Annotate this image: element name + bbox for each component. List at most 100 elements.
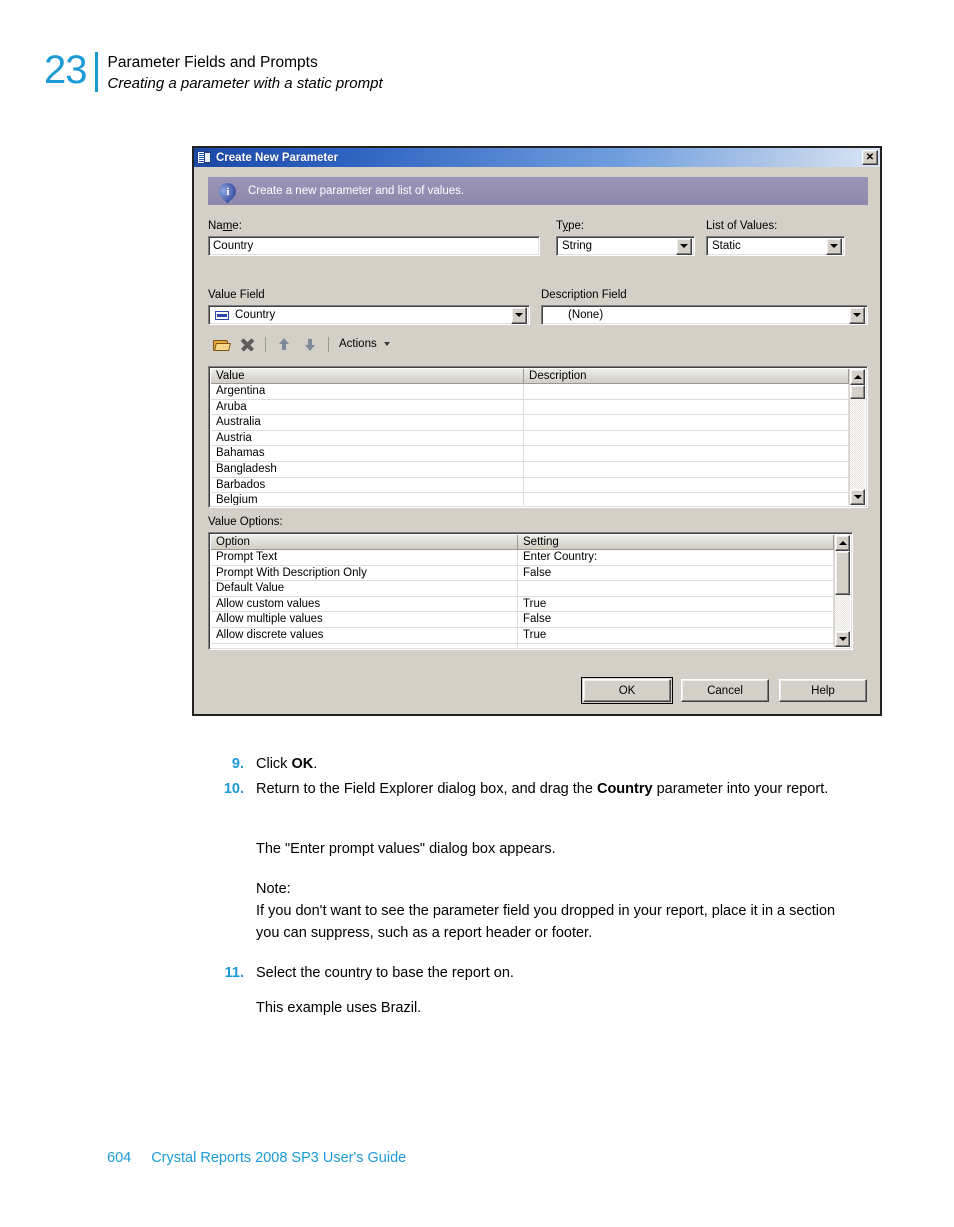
close-icon[interactable]: ✕ (862, 150, 878, 165)
list-of-values-select[interactable]: Static (706, 236, 845, 256)
cell-description (524, 446, 849, 461)
step-number: 10. (223, 781, 244, 797)
info-banner-text: Create a new parameter and list of value… (248, 185, 465, 197)
table-row[interactable]: Allow discrete values True (211, 627, 834, 644)
cell-value: Argentina (211, 384, 525, 399)
cell-description (524, 415, 849, 430)
column-header-description: Description (524, 369, 849, 383)
cancel-button[interactable]: Cancel (681, 679, 769, 702)
table-row[interactable]: Argentina (211, 384, 849, 400)
footer-page-number: 604 (107, 1150, 132, 1166)
scroll-track[interactable] (835, 551, 850, 631)
dialog-title: Create New Parameter (216, 151, 339, 164)
cell-option: Allow discrete values (211, 627, 519, 643)
info-banner: i Create a new parameter and list of val… (208, 177, 868, 205)
cell-option: Allow custom values (211, 596, 519, 612)
values-grid-header: Value Description (211, 369, 849, 384)
chevron-down-icon (383, 342, 390, 346)
step-text: Return to the Field Explorer dialog box,… (256, 781, 829, 797)
cell-setting: Enter Country: (518, 550, 834, 565)
cell-value: Aruba (211, 399, 525, 415)
table-row[interactable]: Prompt With Description Only False (211, 565, 834, 582)
delete-value-button[interactable] (234, 333, 260, 355)
type-select[interactable]: String (556, 236, 695, 256)
scroll-thumb[interactable] (835, 551, 850, 595)
cell-setting (518, 643, 834, 647)
cell-option: Default Value (211, 581, 519, 596)
description-field-select[interactable]: (None) (541, 305, 868, 325)
value-options-header: Option Setting (211, 535, 834, 550)
table-row[interactable]: Allow custom values True (211, 596, 834, 613)
chevron-down-icon[interactable] (676, 237, 692, 255)
scroll-track[interactable] (850, 385, 865, 489)
values-grid[interactable]: Value Description Argentina Aruba Austra… (208, 366, 868, 508)
cell-setting (518, 581, 834, 596)
help-button[interactable]: Help (779, 679, 867, 702)
value-field-select[interactable]: Country (208, 305, 530, 325)
ok-button[interactable]: OK (581, 677, 673, 704)
name-label: Name: (208, 220, 242, 232)
paragraph-example-brazil: This example uses Brazil. (256, 1000, 422, 1016)
values-grid-body: Argentina Aruba Australia Austria Bahama… (211, 384, 849, 505)
scroll-thumb[interactable] (850, 385, 865, 399)
instruction-steps: 9. Click OK. 10. Return to the Field Exp… (214, 753, 894, 803)
cell-value: Australia (211, 415, 525, 430)
values-toolbar: Actions (208, 332, 468, 356)
table-row[interactable] (211, 643, 834, 647)
cell-setting: True (518, 596, 834, 612)
cell-option: Prompt With Description Only (211, 565, 519, 581)
table-row[interactable]: Austria (211, 430, 849, 447)
footer-book-title: Crystal Reports 2008 SP3 User's Guide (151, 1150, 407, 1166)
arrow-up-icon (278, 337, 290, 351)
toolbar-separator (265, 336, 266, 352)
cell-value: Belgium (211, 493, 525, 505)
column-header-setting: Setting (518, 535, 834, 549)
move-up-button[interactable] (271, 333, 297, 355)
table-row[interactable]: Default Value (211, 581, 834, 597)
list-of-values-select-value: Static (712, 240, 741, 252)
name-input[interactable]: Country (208, 236, 540, 256)
table-row[interactable]: Bangladesh (211, 461, 849, 478)
cell-description (524, 384, 849, 399)
cell-option: Prompt Text (211, 550, 519, 565)
type-label: Type: (556, 220, 585, 232)
description-field-label: Description Field (541, 289, 627, 301)
scroll-down-button[interactable] (835, 631, 850, 647)
create-new-parameter-dialog: Create New Parameter ✕ i Create a new pa… (192, 146, 882, 716)
move-down-button[interactable] (297, 333, 323, 355)
note-label: Note: (256, 881, 291, 897)
scroll-up-button[interactable] (835, 535, 850, 551)
list-item: 11. Select the country to base the repor… (214, 962, 894, 984)
cell-description (524, 477, 849, 493)
value-field-select-value: Country (235, 309, 276, 321)
scroll-down-button[interactable] (850, 489, 865, 505)
chevron-down-icon[interactable] (511, 306, 527, 324)
chapter-header: 23 Parameter Fields and Prompts Creating… (44, 48, 383, 94)
table-row[interactable]: Allow multiple values False (211, 612, 834, 628)
value-options-grid[interactable]: Option Setting Prompt Text Enter Country:… (208, 532, 853, 650)
value-options-scrollbar[interactable] (834, 535, 850, 647)
parameter-window-icon (197, 150, 212, 165)
column-header-option: Option (211, 535, 519, 549)
instruction-steps-continued: 11. Select the country to base the repor… (214, 962, 894, 987)
table-row[interactable]: Prompt Text Enter Country: (211, 550, 834, 566)
table-row[interactable]: Aruba (211, 399, 849, 416)
step-number: 11. (224, 965, 244, 981)
values-grid-scrollbar[interactable] (849, 369, 865, 505)
table-row[interactable]: Australia (211, 415, 849, 431)
type-select-value: String (562, 240, 593, 252)
step-text: Click OK. (256, 756, 318, 772)
open-folder-button[interactable] (208, 333, 234, 355)
chapter-title-block: Parameter Fields and Prompts Creating a … (98, 48, 383, 94)
note-text: If you don't want to see the parameter f… (256, 903, 836, 941)
actions-menu-button[interactable]: Actions (334, 335, 395, 353)
cell-setting: True (518, 627, 834, 643)
value-options-columns: Option Setting Prompt Text Enter Country:… (211, 535, 834, 647)
table-row[interactable]: Bahamas (211, 446, 849, 462)
chevron-down-icon[interactable] (826, 237, 842, 255)
table-row[interactable]: Barbados (211, 477, 849, 494)
chevron-down-icon[interactable] (849, 306, 865, 324)
values-grid-columns: Value Description Argentina Aruba Austra… (211, 369, 849, 505)
scroll-up-button[interactable] (850, 369, 865, 385)
table-row[interactable]: Belgium (211, 493, 849, 505)
